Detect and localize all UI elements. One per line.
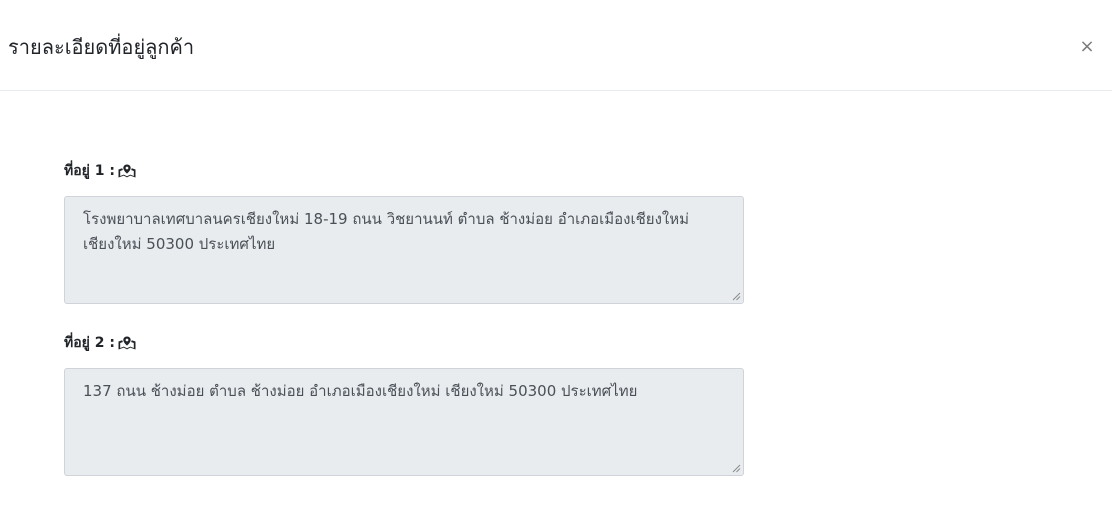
address-2-label: ที่อยู่ 2 : (64, 333, 136, 353)
address-1-value: โรงพยาบาลเทศบาลนครเชียงใหม่ 18-19 ถนน วิ… (83, 210, 690, 253)
customer-address-modal: รายละเอียดที่อยู่ลูกค้า × ที่อยู่ 1 : โร… (0, 0, 1112, 508)
address-1-label-text: ที่อยู่ 1 : (64, 163, 115, 179)
address-1-textarea[interactable]: โรงพยาบาลเทศบาลนครเชียงใหม่ 18-19 ถนน วิ… (64, 196, 744, 304)
map-marked-icon (118, 164, 136, 178)
address-1-label: ที่อยู่ 1 : (64, 161, 136, 181)
address-2-value: 137 ถนน ช้างม่อย ตำบล ช้างม่อย อำเภอเมือ… (83, 382, 638, 400)
modal-header: รายละเอียดที่อยู่ลูกค้า × (0, 0, 1112, 91)
address-2-label-text: ที่อยู่ 2 : (64, 335, 115, 351)
address-2-textarea[interactable]: 137 ถนน ช้างม่อย ตำบล ช้างม่อย อำเภอเมือ… (64, 368, 744, 476)
close-button[interactable]: × (1076, 36, 1098, 58)
resize-grip-icon[interactable] (731, 291, 741, 301)
modal-title: รายละเอียดที่อยู่ลูกค้า (8, 35, 195, 59)
resize-grip-icon[interactable] (731, 463, 741, 473)
map-marked-icon (118, 336, 136, 350)
